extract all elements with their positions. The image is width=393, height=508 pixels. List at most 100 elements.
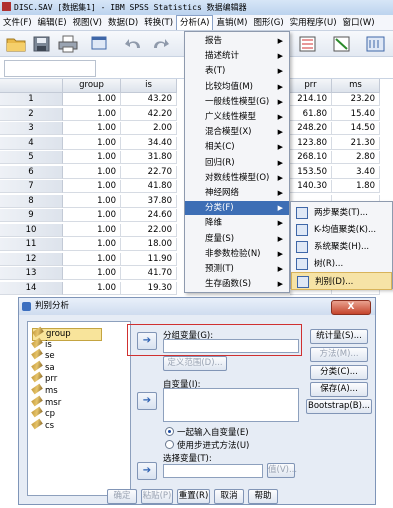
- grid-cell[interactable]: 15.40: [332, 107, 380, 121]
- row-header[interactable]: 8: [0, 194, 63, 208]
- grouping-variable-field[interactable]: [163, 339, 299, 353]
- grid-cell[interactable]: 41.80: [121, 180, 177, 193]
- grid-cell[interactable]: 19.30: [121, 281, 177, 295]
- classify-submenu-item[interactable]: 两步聚类(T)...: [291, 204, 392, 222]
- menu-item-7[interactable]: 图形(G): [250, 15, 286, 30]
- grid-cell[interactable]: 34.40: [121, 136, 177, 150]
- grid-cell[interactable]: 22.70: [121, 165, 177, 179]
- row-header[interactable]: 1: [0, 93, 63, 106]
- grid-cell[interactable]: 1.00: [63, 151, 121, 164]
- split-file-icon[interactable]: [332, 35, 352, 53]
- grid-cell[interactable]: 153.50: [290, 165, 332, 179]
- grid-cell[interactable]: 14.50: [332, 122, 380, 135]
- variable-item[interactable]: cs: [31, 418, 54, 432]
- move-to-grouping-button[interactable]: ➔: [137, 332, 157, 350]
- column-header-prr[interactable]: prr: [290, 79, 332, 93]
- analyze-menu-item[interactable]: 预测(T) ▶: [185, 262, 289, 276]
- variable-item[interactable]: cp: [31, 406, 55, 420]
- bootstrap-button[interactable]: Bootstrap(B)...: [306, 399, 372, 414]
- grid-cell[interactable]: 1.00: [63, 122, 121, 135]
- row-header[interactable]: 7: [0, 180, 63, 193]
- reset-button[interactable]: 重置(R): [177, 489, 210, 504]
- variable-item[interactable]: se: [31, 348, 55, 362]
- analyze-menu-item[interactable]: 相关(C) ▶: [185, 140, 289, 154]
- grid-cell[interactable]: 43.20: [121, 93, 177, 106]
- menu-item-4[interactable]: 转换(T): [141, 15, 176, 30]
- analyze-menu-item[interactable]: 混合模型(X) ▶: [185, 125, 289, 139]
- grid-cell[interactable]: 1.00: [63, 223, 121, 237]
- ok-button[interactable]: 确定: [107, 489, 137, 504]
- grid-cell[interactable]: 21.30: [332, 136, 380, 150]
- variable-item[interactable]: is: [31, 337, 52, 351]
- row-header[interactable]: 10: [0, 223, 63, 237]
- move-to-independents-button[interactable]: ➔: [137, 392, 157, 410]
- move-to-selection-button[interactable]: ➔: [137, 462, 157, 480]
- save-icon[interactable]: [32, 35, 52, 53]
- grid-cell[interactable]: 2.00: [121, 122, 177, 135]
- classify-submenu-item[interactable]: K-均值聚类(K)...: [291, 221, 392, 239]
- grid-cell[interactable]: 268.10: [290, 151, 332, 164]
- row-header[interactable]: 3: [0, 122, 63, 135]
- dialog-recall-icon[interactable]: [90, 35, 110, 53]
- grid-corner[interactable]: [0, 79, 63, 93]
- analyze-menu-item[interactable]: 降维 ▶: [185, 216, 289, 230]
- row-header[interactable]: 13: [0, 267, 63, 280]
- radio-enter-together[interactable]: 一起输入自变量(E): [165, 426, 249, 438]
- independents-list[interactable]: [163, 388, 299, 422]
- grid-cell[interactable]: 248.20: [290, 122, 332, 135]
- grid-cell[interactable]: 1.00: [63, 194, 121, 208]
- variable-list[interactable]: group is se sa prr ms msr cp cs: [27, 321, 131, 496]
- row-header[interactable]: 11: [0, 238, 63, 251]
- menu-item-0[interactable]: 文件(F): [0, 15, 35, 30]
- grid-cell[interactable]: 42.20: [121, 107, 177, 121]
- variable-item[interactable]: sa: [31, 360, 55, 374]
- classify-submenu-item[interactable]: 系统聚类(H)...: [291, 238, 392, 256]
- grid-cell[interactable]: 41.70: [121, 267, 177, 280]
- grid-cell[interactable]: 2.80: [332, 151, 380, 164]
- grid-cell[interactable]: 1.00: [63, 252, 121, 266]
- menu-item-1[interactable]: 编辑(E): [35, 15, 70, 30]
- grid-cell[interactable]: 24.60: [121, 209, 177, 222]
- grid-cell[interactable]: 23.20: [332, 93, 380, 106]
- grid-cell[interactable]: 37.80: [121, 194, 177, 208]
- grid-cell[interactable]: 214.10: [290, 93, 332, 106]
- insert-cases-icon[interactable]: [298, 35, 318, 53]
- analyze-menu-item[interactable]: 回归(R) ▶: [185, 156, 289, 170]
- analyze-menu-item[interactable]: 生存函数(S) ▶: [185, 277, 289, 291]
- analyze-menu-item[interactable]: 描述统计 ▶: [185, 49, 289, 63]
- radio-stepwise[interactable]: 使用步进式方法(U): [165, 439, 249, 451]
- variable-item[interactable]: msr: [31, 395, 61, 409]
- redo-icon[interactable]: [150, 35, 170, 53]
- classify-submenu-item[interactable]: 判别(D)...: [291, 272, 392, 290]
- menu-item-2[interactable]: 视图(V): [70, 15, 105, 30]
- cell-reference-field[interactable]: [4, 60, 96, 77]
- column-header-group[interactable]: group: [63, 79, 121, 93]
- grid-cell[interactable]: 1.00: [63, 107, 121, 121]
- close-button[interactable]: X: [331, 300, 371, 315]
- grid-cell[interactable]: 1.80: [332, 180, 380, 193]
- analyze-menu-item[interactable]: 表(T) ▶: [185, 64, 289, 78]
- open-folder-icon[interactable]: [6, 35, 26, 53]
- analyze-menu-item[interactable]: 比较均值(M) ▶: [185, 80, 289, 94]
- grid-cell[interactable]: 61.80: [290, 107, 332, 121]
- menu-item-6[interactable]: 直销(M): [213, 15, 250, 30]
- classify-button[interactable]: 分类(C)...: [310, 365, 368, 380]
- define-range-button[interactable]: 定义范围(D)...: [163, 356, 227, 371]
- analyze-menu-item[interactable]: 广义线性模型 ▶: [185, 110, 289, 124]
- grid-cell[interactable]: 1.00: [63, 238, 121, 251]
- variable-item[interactable]: ms: [31, 383, 58, 397]
- row-header[interactable]: 14: [0, 281, 63, 295]
- analyze-menu-item[interactable]: 分类(F) ▶: [185, 201, 289, 216]
- save-button[interactable]: 保存(A)...: [310, 382, 368, 397]
- menu-item-3[interactable]: 数据(D): [105, 15, 141, 30]
- grid-cell[interactable]: 1.00: [63, 209, 121, 222]
- grid-cell[interactable]: 140.30: [290, 180, 332, 193]
- grid-cell[interactable]: 3.40: [332, 165, 380, 179]
- value-labels-icon[interactable]: [366, 35, 386, 53]
- grid-cell[interactable]: 1.00: [63, 136, 121, 150]
- grid-cell[interactable]: 31.80: [121, 151, 177, 164]
- analyze-menu-item[interactable]: 对数线性模型(O) ▶: [185, 171, 289, 185]
- grid-cell[interactable]: 123.80: [290, 136, 332, 150]
- row-header[interactable]: 5: [0, 151, 63, 164]
- menu-item-5[interactable]: 分析(A): [176, 15, 214, 30]
